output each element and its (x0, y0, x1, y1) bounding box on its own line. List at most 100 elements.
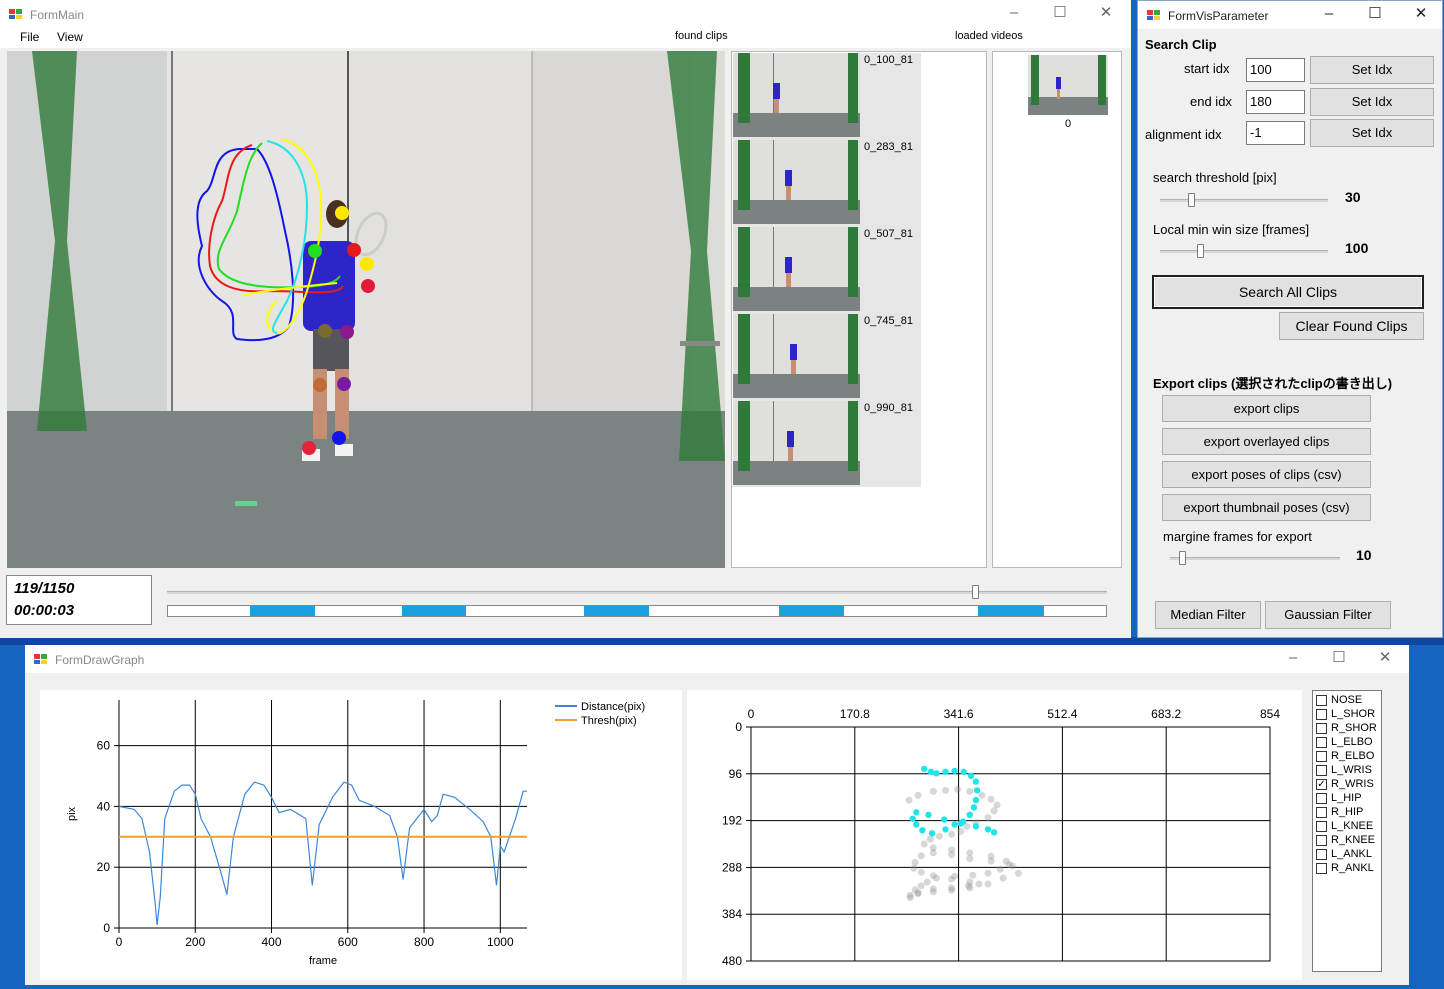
joint-name: R_HIP (1331, 806, 1364, 818)
timeline-track[interactable] (167, 591, 1107, 594)
margin-frames-track[interactable] (1170, 557, 1340, 560)
r-wris-point (951, 821, 958, 828)
loaded-video-thumbnail[interactable] (1028, 55, 1108, 115)
set-start-idx-button[interactable]: Set Idx (1310, 56, 1434, 84)
menu-file[interactable]: File (20, 30, 39, 44)
joint-row[interactable]: R_SHOR (1313, 722, 1381, 736)
local-min-track[interactable] (1160, 250, 1328, 253)
joint-name: L_ELBO (1331, 736, 1373, 748)
x-tick-label: 200 (185, 935, 205, 949)
app-icon (34, 654, 47, 664)
form-main-titlebar[interactable]: FormMain – ☐ ✕ (0, 0, 1131, 28)
found-clip-segment[interactable] (249, 606, 316, 616)
r-wris-point (919, 827, 926, 834)
joint-checkbox[interactable] (1316, 737, 1327, 748)
found-clip-segment[interactable] (583, 606, 650, 616)
median-filter-button[interactable]: Median Filter (1155, 601, 1261, 629)
form-vis-titlebar[interactable]: FormVisParameter – ☐ ✕ (1138, 1, 1442, 29)
close-icon[interactable]: ✕ (1398, 1, 1442, 29)
export-poses-csv-button[interactable]: export poses of clips (csv) (1162, 461, 1371, 488)
joint-row[interactable]: R_HIP (1313, 806, 1381, 820)
joint-checkbox[interactable]: ✓ (1316, 779, 1327, 790)
video-viewport[interactable] (7, 51, 725, 568)
r-wris-point (951, 767, 958, 775)
local-min-label: Local min win size [frames] (1153, 222, 1310, 237)
joint-checkbox[interactable] (1316, 807, 1327, 818)
other-joint-point (948, 875, 956, 883)
other-joint-point (978, 791, 986, 799)
joint-row[interactable]: R_ANKL (1313, 862, 1381, 876)
frame-counter: 119/1150 (14, 580, 75, 597)
clip-thumbnail[interactable] (733, 314, 860, 398)
x-tick-label: 800 (414, 935, 434, 949)
clip-segment-strip[interactable] (167, 605, 1107, 617)
joint-row[interactable]: L_ANKL (1313, 848, 1381, 862)
set-end-idx-button[interactable]: Set Idx (1310, 88, 1434, 116)
r-wris-point (957, 820, 964, 827)
alignment-idx-label: alignment idx (1145, 127, 1222, 142)
form-draw-graph-titlebar[interactable]: FormDrawGraph – ☐ ✕ (25, 645, 1409, 673)
export-clips-button[interactable]: export clips (1162, 395, 1371, 422)
joint-row[interactable]: ✓ R_WRIS (1313, 778, 1381, 792)
start-idx-label: start idx (1184, 61, 1230, 76)
menu-view[interactable]: View (57, 30, 83, 44)
maximize-icon[interactable]: ☐ (1352, 1, 1398, 29)
maximize-icon[interactable]: ☐ (1037, 0, 1083, 28)
export-thumbnail-poses-csv-button[interactable]: export thumbnail poses (csv) (1162, 494, 1371, 521)
margin-frames-thumb[interactable] (1179, 551, 1186, 565)
joint-checkbox[interactable] (1316, 835, 1327, 846)
gaussian-filter-button[interactable]: Gaussian Filter (1265, 601, 1391, 629)
maximize-icon[interactable]: ☐ (1316, 645, 1362, 673)
clip-thumbnail[interactable] (733, 53, 860, 137)
other-joint-point (923, 878, 931, 886)
clip-thumbnail[interactable] (733, 401, 860, 485)
joint-checklist[interactable]: NOSE L_SHOR R_SHOR L_ELBO R_ELBO L_WRIS ✓ R_WRI… (1312, 690, 1382, 972)
export-overlayed-clips-button[interactable]: export overlayed clips (1162, 428, 1371, 455)
joint-checkbox[interactable] (1316, 849, 1327, 860)
start-idx-input[interactable]: 100 (1246, 58, 1305, 82)
loaded-videos-panel[interactable]: 0 (992, 51, 1122, 568)
joint-row[interactable]: L_HIP (1313, 792, 1381, 806)
joint-row[interactable]: R_ELBO (1313, 750, 1381, 764)
close-icon[interactable]: ✕ (1362, 645, 1408, 673)
search-all-clips-button[interactable]: Search All Clips (1152, 275, 1424, 309)
y-axis-label: pix (66, 806, 78, 821)
minimize-icon[interactable]: – (1306, 1, 1352, 29)
joint-row[interactable]: L_KNEE (1313, 820, 1381, 834)
joint-checkbox[interactable] (1316, 695, 1327, 706)
set-alignment-idx-button[interactable]: Set Idx (1310, 119, 1434, 147)
clip-label: 0_100_81 (864, 54, 913, 66)
joint-checkbox[interactable] (1316, 863, 1327, 874)
other-joint-point (987, 857, 995, 865)
x-tick-label: 600 (338, 935, 358, 949)
found-clip-segment[interactable] (401, 606, 467, 616)
found-clip-segment[interactable] (778, 606, 845, 616)
joint-row[interactable]: NOSE (1313, 694, 1381, 708)
search-threshold-thumb[interactable] (1188, 193, 1195, 207)
joint-row[interactable]: L_SHOR (1313, 708, 1381, 722)
minimize-icon[interactable]: – (991, 0, 1037, 28)
alignment-idx-input[interactable]: -1 (1246, 121, 1305, 145)
x-tick-label: 1000 (487, 935, 514, 949)
clip-thumbnail[interactable] (733, 227, 860, 311)
joint-checkbox[interactable] (1316, 751, 1327, 762)
timeline-slider-thumb[interactable] (972, 585, 980, 599)
found-clip-segment[interactable] (978, 606, 1045, 616)
joint-row[interactable]: L_WRIS (1313, 764, 1381, 778)
other-joint-point (914, 791, 922, 799)
other-joint-point (969, 871, 977, 879)
minimize-icon[interactable]: – (1270, 645, 1316, 673)
joint-checkbox[interactable] (1316, 765, 1327, 776)
joint-row[interactable]: R_KNEE (1313, 834, 1381, 848)
joint-checkbox[interactable] (1316, 709, 1327, 720)
clip-thumbnail[interactable] (733, 140, 860, 224)
joint-checkbox[interactable] (1316, 793, 1327, 804)
clear-found-clips-button[interactable]: Clear Found Clips (1279, 312, 1424, 340)
joint-row[interactable]: L_ELBO (1313, 736, 1381, 750)
search-threshold-track[interactable] (1160, 199, 1328, 202)
joint-checkbox[interactable] (1316, 821, 1327, 832)
local-min-thumb[interactable] (1197, 244, 1204, 258)
joint-checkbox[interactable] (1316, 723, 1327, 734)
end-idx-input[interactable]: 180 (1246, 90, 1305, 114)
close-icon[interactable]: ✕ (1083, 0, 1129, 28)
